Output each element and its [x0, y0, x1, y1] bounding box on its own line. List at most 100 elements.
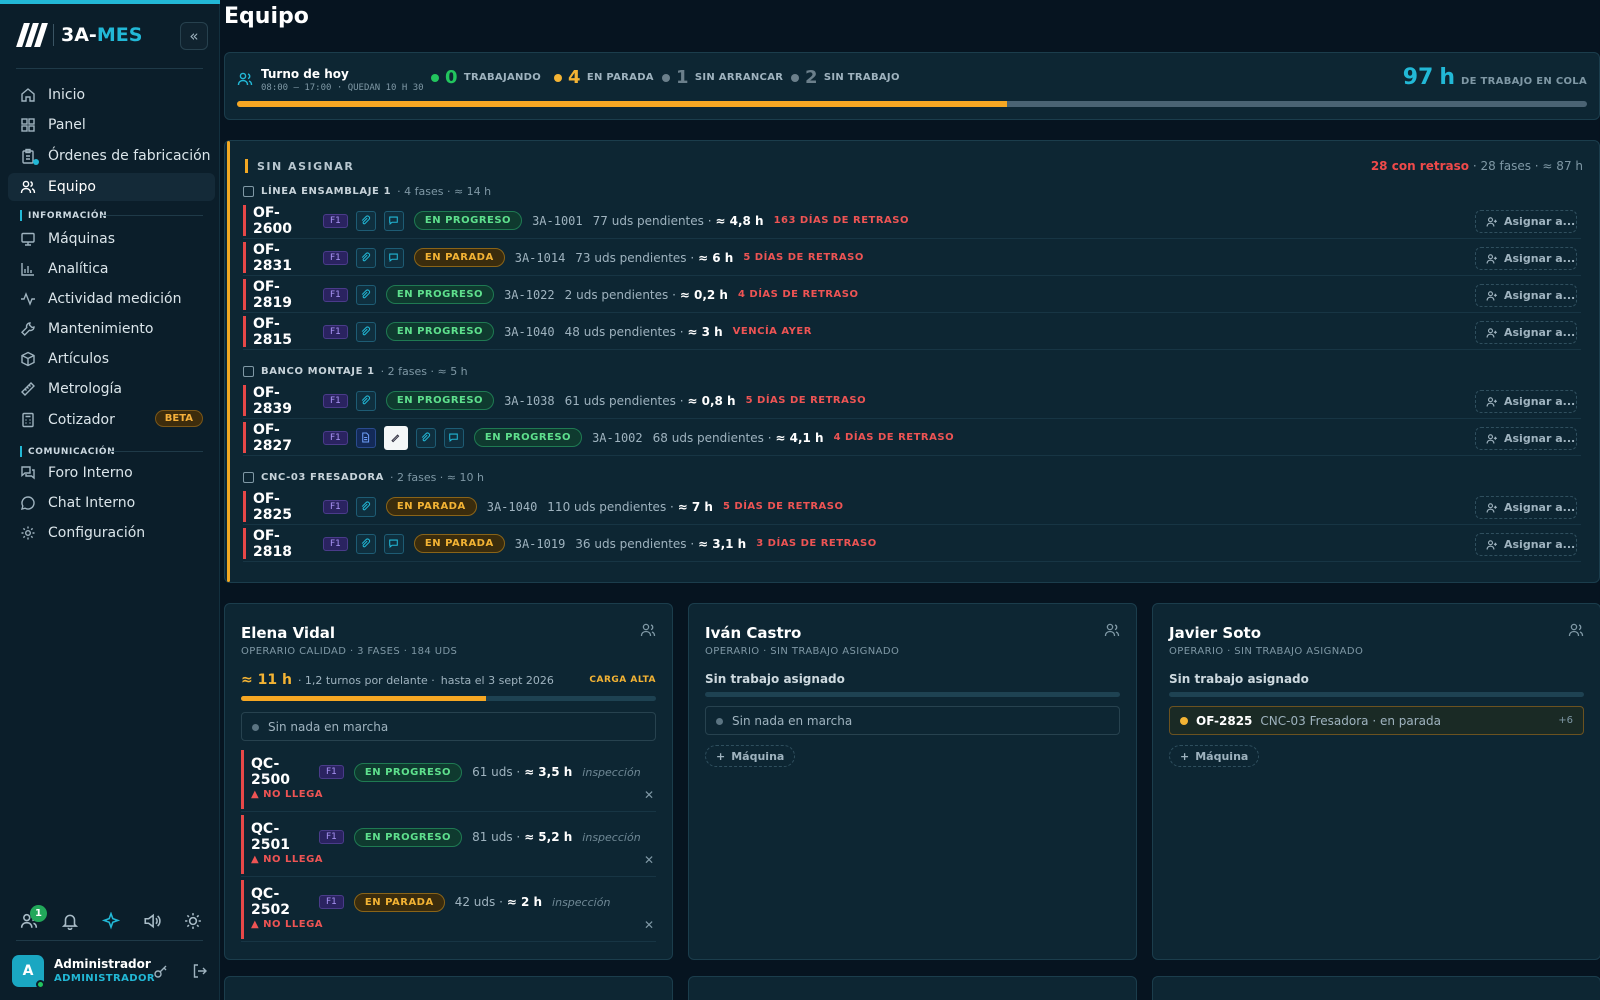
assign-button[interactable]: Asignar a... — [1475, 247, 1577, 270]
order-id: OF-2819 — [253, 278, 292, 311]
phase-tag: F1 — [319, 765, 344, 779]
operator-card-next — [1152, 976, 1600, 1000]
order-row[interactable]: OF-2819 F1 EN PROGRESO 3A-1022 2 uds pendien… — [243, 277, 1581, 313]
order-row[interactable]: OF-2839 F1 EN PROGRESO 3A-1038 61 uds pendie… — [243, 383, 1581, 419]
assign-button[interactable]: Asignar a... — [1475, 496, 1577, 519]
attachment-icon[interactable] — [355, 533, 376, 554]
shift-summary-panel: Turno de hoy 08:00 — 17:00 · QUEDAN 10 H… — [224, 52, 1600, 120]
nav-item-ordenes[interactable]: Órdenes de fabricación — [8, 142, 215, 170]
collapse-sidebar-button[interactable]: « — [180, 22, 208, 50]
nav-item-actividad[interactable]: Actividad medición — [8, 285, 215, 313]
assign-button[interactable]: Asignar a... — [1475, 427, 1577, 450]
units-text: 61 uds · — [472, 765, 521, 779]
close-icon[interactable]: ✕ — [644, 918, 654, 932]
comment-icon[interactable] — [443, 427, 464, 448]
tool-icon[interactable] — [383, 425, 408, 450]
stat-trabajando: 0 TRABAJANDO — [431, 67, 541, 88]
phase-kind: inspección — [582, 830, 641, 844]
assign-label: Asignar a... — [1504, 395, 1576, 408]
close-icon[interactable]: ✕ — [644, 853, 654, 867]
workload-hours: ≈ 11 h — [241, 672, 292, 688]
until-date: hasta el 3 sept 2026 — [440, 673, 554, 687]
order-row[interactable]: OF-2600 F1 EN PROGRESO 3A-1001 77 uds pendie… — [243, 203, 1581, 239]
close-icon[interactable]: ✕ — [644, 788, 654, 802]
operator-order-row[interactable]: QC-2502 F1 EN PARADA 42 uds · ≈ 2 h inspecci… — [241, 878, 656, 942]
sidebar-divider — [16, 940, 203, 941]
comment-icon[interactable] — [383, 247, 404, 268]
nav-label: Panel — [48, 117, 86, 133]
add-machine-button[interactable]: + Máquina — [1169, 745, 1260, 767]
nav-item-panel[interactable]: Panel — [8, 111, 215, 139]
attachment-icon[interactable] — [415, 427, 436, 448]
notifications-button[interactable] — [61, 912, 79, 931]
status-badge: EN PARADA — [353, 892, 445, 912]
stat-en-parada: 4 EN PARADA — [554, 67, 654, 88]
queue-label: DE TRABAJO EN COLA — [1461, 76, 1587, 87]
attachment-icon[interactable] — [355, 496, 376, 517]
users-icon[interactable] — [1568, 622, 1584, 638]
comment-icon[interactable] — [383, 210, 404, 231]
running-order[interactable]: OF-2825 CNC-03 Fresadora · en parada +6 — [1169, 706, 1584, 735]
assign-button[interactable]: Asignar a... — [1475, 284, 1577, 307]
article-ref: 3A-1038 — [504, 393, 555, 408]
nav-item-cotizador[interactable]: Cotizador BETA — [8, 406, 215, 434]
nav-item-maquinas[interactable]: Máquinas — [8, 225, 215, 253]
user-plus-icon — [1486, 433, 1497, 444]
order-row[interactable]: OF-2831 F1 EN PARADA 3A-1014 73 uds pendient… — [243, 240, 1581, 276]
operator-order-row[interactable]: QC-2500 F1 EN PROGRESO 61 uds · ≈ 3,5 h insp… — [241, 748, 656, 812]
sound-button[interactable] — [143, 912, 161, 930]
attachment-icon[interactable] — [355, 284, 376, 305]
attachment-icon[interactable] — [355, 321, 376, 342]
article-ref: 3A-1019 — [514, 536, 566, 551]
assign-button[interactable]: Asignar a... — [1475, 533, 1577, 556]
nav-item-foro[interactable]: Foro Interno — [8, 459, 215, 487]
delay-label: VENCÍA AYER — [732, 326, 812, 337]
order-row[interactable]: OF-2815 F1 EN PROGRESO 3A-1040 48 uds pendie… — [243, 314, 1581, 350]
order-line: QC-2502 F1 EN PARADA 42 uds · ≈ 2 h inspecci… — [241, 886, 610, 918]
user-plus-icon — [1486, 502, 1497, 513]
team-tool[interactable]: 1 — [20, 905, 47, 930]
assign-button[interactable]: Asignar a... — [1475, 210, 1577, 233]
logo-mark-icon — [16, 23, 48, 47]
logout-icon[interactable] — [192, 963, 208, 979]
nav-item-inicio[interactable]: Inicio — [8, 81, 215, 109]
theme-toggle-button[interactable] — [184, 912, 202, 930]
nav-item-configuracion[interactable]: Configuración — [8, 519, 215, 547]
operator-order-row[interactable]: QC-2501 F1 EN PROGRESO 81 uds · ≈ 5,2 h insp… — [241, 813, 656, 877]
ai-assistant-button[interactable] — [101, 911, 121, 930]
order-id: OF-2825 — [253, 490, 292, 523]
nav-item-mantenimiento[interactable]: Mantenimiento — [8, 315, 215, 343]
nav-item-equipo[interactable]: Equipo — [8, 173, 215, 201]
phase-tag: F1 — [323, 324, 348, 339]
assign-button[interactable]: Asignar a... — [1475, 390, 1577, 413]
nav-item-metrologia[interactable]: Metrología — [8, 375, 215, 403]
order-row[interactable]: OF-2825 F1 EN PARADA 3A-1040 110 uds pendien… — [243, 489, 1581, 525]
estimated-hours: ≈ 4,1 h — [775, 430, 824, 445]
assign-button[interactable]: Asignar a... — [1475, 321, 1577, 344]
order-row[interactable]: OF-2827 F1 EN PROGRESO 3A-1002 68 uds pendie… — [243, 420, 1581, 456]
nav-label: Artículos — [48, 351, 110, 367]
users-icon[interactable] — [640, 622, 656, 638]
nav-item-chat[interactable]: Chat Interno — [8, 489, 215, 517]
chat-icon — [21, 496, 35, 510]
users-icon[interactable] — [1104, 622, 1120, 638]
nav-item-articulos[interactable]: Artículos — [8, 345, 215, 373]
attachment-icon[interactable] — [355, 247, 376, 268]
add-machine-button[interactable]: + Máquina — [705, 745, 796, 767]
units-text: 42 uds · — [454, 895, 503, 909]
comment-icon[interactable] — [383, 533, 404, 554]
delay-label: 5 DÍAS DE RETRASO — [743, 252, 864, 263]
status-dot — [791, 73, 799, 82]
document-icon[interactable] — [355, 427, 376, 448]
assign-label: Asignar a... — [1504, 289, 1576, 302]
units: 42 uds · ≈ 2 h — [455, 895, 542, 909]
plus-icon: + — [1180, 749, 1190, 763]
attachment-icon[interactable] — [355, 390, 376, 411]
nav-item-analitica[interactable]: Analítica — [8, 255, 215, 283]
attachment-icon[interactable] — [355, 210, 376, 231]
section-heading-comunicacion: COMUNICACIÓN — [20, 446, 115, 457]
key-icon[interactable] — [153, 963, 169, 979]
order-row[interactable]: OF-2818 F1 EN PARADA 3A-1019 36 uds pendient… — [243, 526, 1581, 562]
app-logo[interactable]: 3A-MES — [16, 22, 142, 48]
user-profile[interactable]: A Administrador ADMINISTRADOR — [12, 955, 212, 989]
